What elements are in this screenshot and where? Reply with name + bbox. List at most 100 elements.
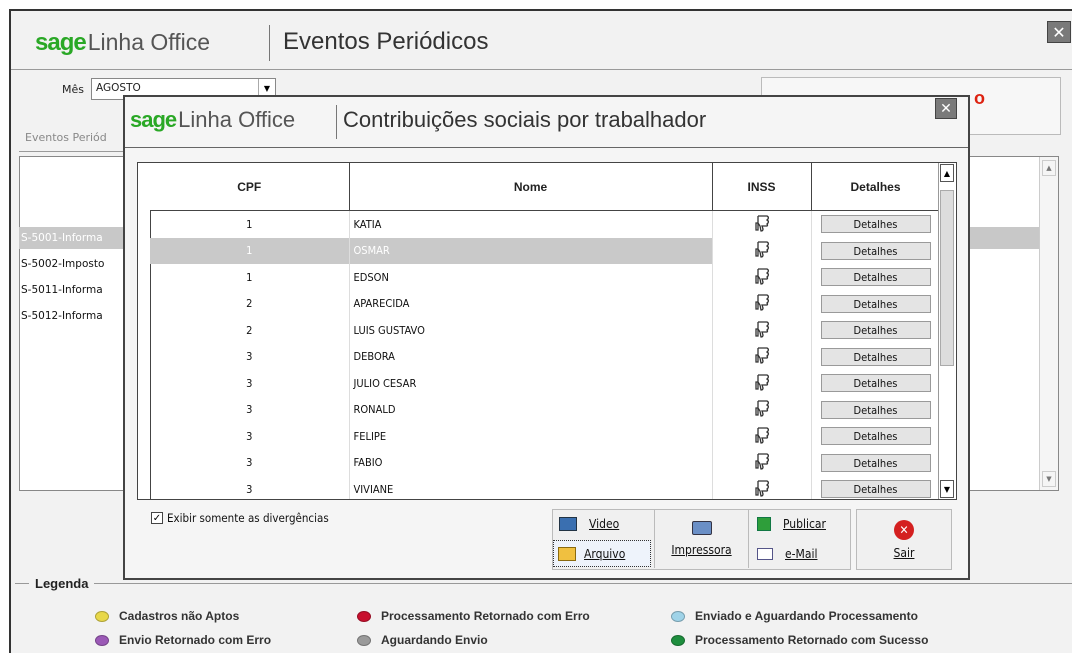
cpf-cell: 1 (150, 237, 350, 264)
sair-button[interactable]: ✕ Sair (856, 509, 952, 570)
detalhes-cell: Detalhes (811, 343, 941, 370)
main-window-title: Eventos Periódicos (283, 28, 489, 55)
detalhes-button[interactable]: Detalhes (820, 400, 931, 419)
table-row[interactable]: 1 KATIA Detalhes (150, 210, 941, 238)
inss-cell (712, 317, 812, 344)
scroll-up-icon[interactable]: ▲ (1042, 160, 1056, 176)
detalhes-button[interactable]: Detalhes (820, 374, 931, 393)
cpf-cell: 3 (150, 449, 350, 476)
inss-cell (712, 290, 812, 317)
tab-eventos-periodicos[interactable]: Eventos Periód (25, 131, 107, 144)
arquivo-button[interactable]: Arquivo (553, 540, 651, 567)
main-close-button[interactable]: ✕ (1047, 21, 1071, 43)
nome-cell: RONALD (349, 396, 713, 423)
legend-item: Enviado e Aguardando Processamento (671, 609, 918, 623)
column-header-nome[interactable]: Nome (349, 163, 713, 211)
detalhes-cell: Detalhes (811, 237, 941, 264)
gray-status-icon (357, 635, 371, 647)
dialog-close-button[interactable]: ✕ (935, 98, 957, 119)
envelope-icon (757, 547, 773, 560)
detalhes-button[interactable]: Detalhes (820, 241, 931, 260)
sage-logo: sage (35, 29, 87, 56)
table-row[interactable]: 1 EDSON Detalhes (150, 264, 941, 291)
detalhes-cell: Detalhes (811, 290, 941, 317)
legend-label: Processamento Retornado com Erro (381, 609, 590, 623)
detalhes-button[interactable]: Detalhes (820, 427, 931, 446)
detalhes-button[interactable]: Detalhes (820, 453, 931, 472)
table-row[interactable]: 3 VIVIANE Detalhes (150, 476, 941, 499)
table-grid: CPF Nome INSS Detalhes 1 KATIA Detalhes 1 OS… (150, 163, 941, 499)
detalhes-button[interactable]: Detalhes (820, 480, 931, 499)
column-header-inss[interactable]: INSS (712, 163, 812, 211)
cpf-cell: 3 (150, 476, 350, 499)
detalhes-button[interactable]: Detalhes (820, 321, 931, 340)
scroll-down-icon[interactable]: ▼ (940, 480, 954, 498)
table-row[interactable]: 3 JULIO CESAR Detalhes (150, 370, 941, 397)
table-row[interactable]: 3 FABIO Detalhes (150, 449, 941, 476)
table-row[interactable]: 1 OSMAR Detalhes (150, 237, 941, 264)
legend-item: Envio Retornado com Erro (95, 633, 271, 647)
nome-cell: LUIS GUSTAVO (349, 317, 713, 344)
status-partial-text: o (974, 88, 985, 108)
table-row[interactable]: 2 LUIS GUSTAVO Detalhes (150, 317, 941, 344)
publicar-button[interactable]: Publicar (751, 510, 851, 538)
legend-label: Envio Retornado com Erro (119, 633, 272, 647)
close-icon: ✕ (940, 100, 952, 117)
thumbs-down-icon (754, 347, 770, 367)
table-row[interactable]: 2 APARECIDA Detalhes (150, 290, 941, 317)
brand-product: Linha Office (87, 29, 211, 55)
events-grid-scrollbar[interactable]: ▲ ▼ (1039, 157, 1058, 490)
inss-cell (712, 210, 812, 238)
nome-cell: JULIO CESAR (349, 370, 713, 397)
table-row[interactable]: 3 FELIPE Detalhes (150, 423, 941, 450)
table-scrollbar[interactable]: ▲ ▼ (938, 163, 956, 499)
exit-icon: ✕ (894, 519, 914, 540)
detalhes-button[interactable]: Detalhes (820, 268, 931, 287)
video-button[interactable]: Video (553, 510, 653, 538)
detalhes-cell: Detalhes (811, 396, 941, 423)
detalhes-button[interactable]: Detalhes (820, 215, 931, 234)
arquivo-label: Arquivo (584, 546, 626, 561)
table-row[interactable]: 3 DEBORA Detalhes (150, 343, 941, 370)
detalhes-button[interactable]: Detalhes (820, 294, 931, 313)
inss-cell (712, 423, 812, 450)
event-row[interactable]: S-5001-Informa (21, 227, 133, 249)
impressora-button[interactable]: Impressora (654, 510, 749, 568)
event-row[interactable]: S-5011-Informa (21, 279, 133, 301)
thumbs-down-icon (754, 241, 770, 261)
column-header-cpf[interactable]: CPF (150, 163, 350, 211)
lightblue-status-icon (671, 611, 685, 623)
inss-cell (712, 476, 812, 499)
title-separator (336, 105, 337, 139)
email-button[interactable]: e-Mail (751, 540, 851, 567)
legend-item: Processamento Retornado com Erro (357, 609, 590, 623)
detalhes-button[interactable]: Detalhes (820, 347, 931, 366)
thumbs-down-icon (754, 268, 770, 288)
nome-cell: KATIA (349, 210, 713, 238)
close-icon: ✕ (1052, 22, 1066, 42)
contributions-table: CPF Nome INSS Detalhes 1 KATIA Detalhes 1 OS… (137, 162, 957, 500)
scroll-up-icon[interactable]: ▲ (940, 164, 954, 182)
inss-cell (712, 343, 812, 370)
scrollbar-thumb[interactable] (940, 190, 954, 366)
purple-status-icon (95, 635, 109, 647)
dialog-brand: sage Linha Office (130, 107, 295, 133)
title-divider (11, 69, 1072, 70)
thumbs-down-icon (754, 215, 770, 235)
table-row[interactable]: 3 RONALD Detalhes (150, 396, 941, 423)
event-row[interactable]: S-5012-Informa (21, 305, 133, 327)
cpf-cell: 3 (150, 343, 350, 370)
checkmark-icon[interactable]: ✓ (151, 512, 163, 524)
event-row[interactable]: S-5002-Imposto (21, 253, 133, 275)
green-status-icon (671, 635, 685, 647)
cpf-cell: 3 (150, 370, 350, 397)
thumbs-down-icon (754, 294, 770, 314)
divergences-checkbox[interactable]: ✓ Exibir somente as divergências (151, 511, 329, 525)
column-header-detalhes[interactable]: Detalhes (811, 163, 941, 211)
detalhes-cell: Detalhes (811, 476, 941, 499)
publish-icon (757, 517, 771, 531)
detalhes-cell: Detalhes (811, 264, 941, 291)
thumbs-down-icon (754, 321, 770, 341)
scroll-down-icon[interactable]: ▼ (1042, 471, 1056, 487)
inss-cell (712, 449, 812, 476)
